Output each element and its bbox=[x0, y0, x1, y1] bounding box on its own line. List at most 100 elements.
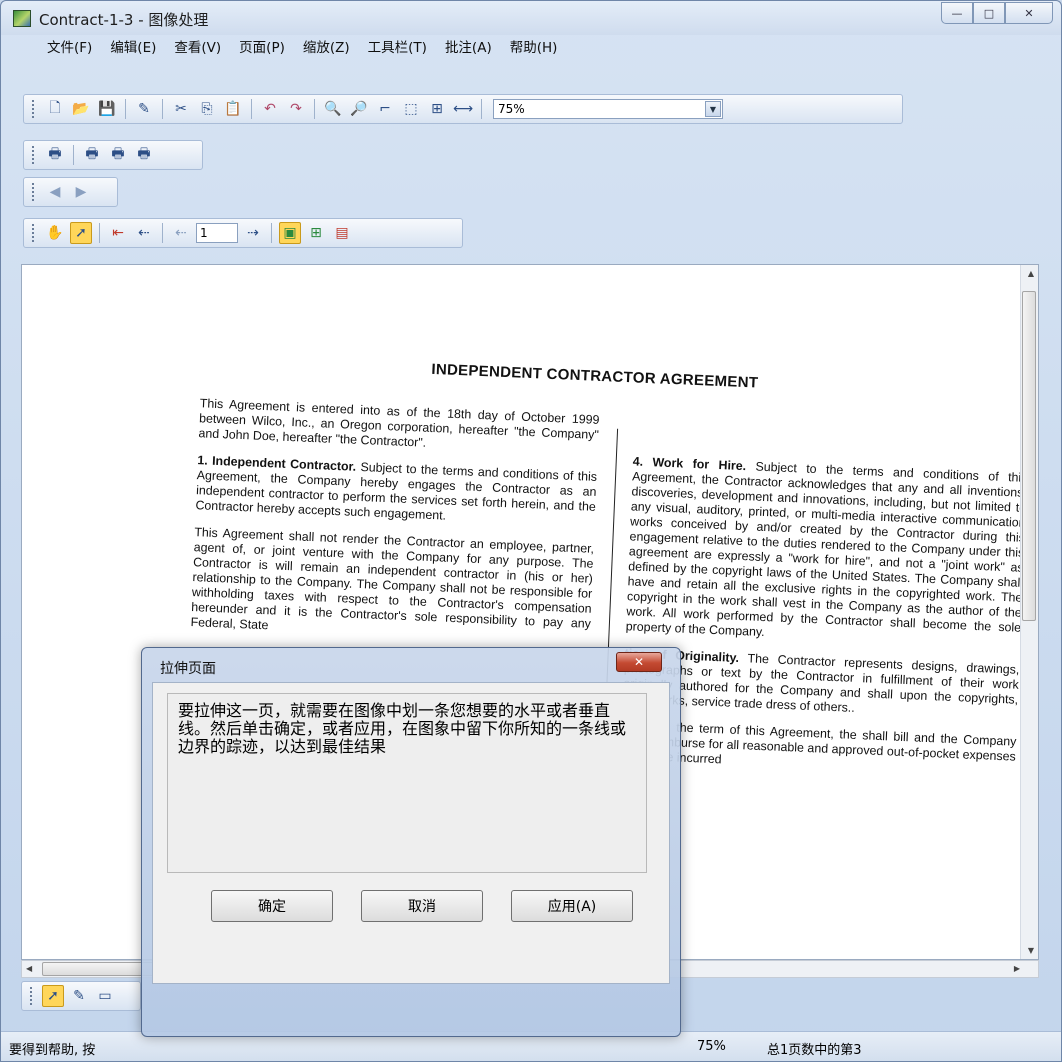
toolbar-separator bbox=[481, 99, 482, 119]
status-help-text: 要得到帮助, 按 bbox=[9, 1043, 96, 1058]
page-toolbar: ✋ ➚ ⇤ ⇠ ⇠ 1 ⇢ ▣ ⊞ ▤ bbox=[23, 218, 463, 248]
left-column: This Agreement is entered into as of the… bbox=[190, 396, 600, 659]
main-toolbar: 🗋 📂 💾 ✎ ✂ ⎘ 📋 ↶ ↷ 🔍 🔎 ⌐ ⬚ ⊞ ⟷ 75% ▼ bbox=[23, 94, 903, 124]
scroll-left-icon[interactable]: ◀ bbox=[26, 964, 32, 973]
ok-button[interactable]: 确定 bbox=[211, 890, 333, 922]
print-preview-icon[interactable]: 🖶 bbox=[44, 144, 66, 166]
copy-icon[interactable]: ⎘ bbox=[196, 98, 218, 120]
page-back-icon[interactable]: ⇠ bbox=[170, 222, 192, 244]
first-page-icon[interactable]: ⇤ bbox=[107, 222, 129, 244]
back-icon[interactable]: ◀ bbox=[44, 181, 66, 203]
print-setup-icon[interactable]: 🖶 bbox=[133, 144, 155, 166]
toolbar-separator bbox=[73, 145, 74, 165]
pencil-icon[interactable]: ✎ bbox=[68, 985, 90, 1007]
toolbar-separator bbox=[271, 223, 272, 243]
paragraph: ties of Originality. The Contractor repr… bbox=[622, 646, 1020, 722]
multi-page-view-icon[interactable]: ⊞ bbox=[305, 222, 327, 244]
zoom-out-icon[interactable]: 🔎 bbox=[348, 98, 370, 120]
vertical-scroll-thumb[interactable] bbox=[1022, 291, 1036, 621]
menu-zoom[interactable]: 缩放(Z) bbox=[294, 37, 359, 59]
print-page-icon[interactable]: 🖶 bbox=[107, 144, 129, 166]
forward-icon[interactable]: ▶ bbox=[70, 181, 92, 203]
toolbar-separator bbox=[314, 99, 315, 119]
menu-annotate[interactable]: 批注(A) bbox=[436, 37, 501, 59]
zoom-rectangle-icon[interactable]: ⌐ bbox=[374, 98, 396, 120]
minimize-button[interactable]: — bbox=[941, 2, 973, 24]
status-zoom: 75% bbox=[697, 1039, 726, 1054]
scroll-down-icon[interactable]: ▼ bbox=[1028, 946, 1034, 955]
dialog-message: 要拉伸这一页，就需要在图像中划一条您想要的水平或者垂直线。然后单击确定，或者应用… bbox=[167, 693, 647, 873]
toolbar-grip[interactable] bbox=[32, 146, 36, 164]
dialog-close-button[interactable]: ✕ bbox=[616, 652, 662, 672]
title-bar[interactable]: Contract-1-3 - 图像处理 — □ ✕ bbox=[1, 1, 1061, 35]
vertical-scrollbar[interactable]: ▲ ▼ bbox=[1020, 265, 1038, 959]
eraser-icon[interactable]: ✎ bbox=[133, 98, 155, 120]
paste-icon[interactable]: 📋 bbox=[222, 98, 244, 120]
menu-file[interactable]: 文件(F) bbox=[29, 37, 101, 59]
fit-page-icon[interactable]: ⊞ bbox=[426, 98, 448, 120]
zoom-dropdown-value: 75% bbox=[498, 102, 525, 116]
undo-icon[interactable]: ↶ bbox=[259, 98, 281, 120]
pointer-icon[interactable]: ➚ bbox=[70, 222, 92, 244]
navigation-toolbar: ◀ ▶ bbox=[23, 177, 118, 207]
app-icon bbox=[13, 10, 31, 27]
zoom-in-icon[interactable]: 🔍 bbox=[322, 98, 344, 120]
paragraph: This Agreement is entered into as of the… bbox=[198, 396, 600, 450]
toolbar-grip[interactable] bbox=[32, 224, 36, 242]
document-page: INDEPENDENT CONTRACTOR AGREEMENT This Ag… bbox=[172, 350, 1038, 766]
paragraph: This Agreement shall not render the Cont… bbox=[190, 525, 595, 633]
maximize-button[interactable]: □ bbox=[973, 2, 1005, 24]
status-page-info: 总1页数中的第3 bbox=[767, 1043, 862, 1058]
apply-button[interactable]: 应用(A) bbox=[511, 890, 633, 922]
menu-page[interactable]: 页面(P) bbox=[230, 37, 294, 59]
menu-edit[interactable]: 编辑(E) bbox=[101, 37, 165, 59]
toolbar-grip[interactable] bbox=[32, 183, 36, 201]
menu-help[interactable]: 帮助(H) bbox=[501, 37, 567, 59]
select-area-icon[interactable]: ⬚ bbox=[400, 98, 422, 120]
paragraph: 1. Independent Contractor. Subject to th… bbox=[195, 453, 597, 530]
print-icon[interactable]: 🖶 bbox=[81, 144, 103, 166]
window-title: Contract-1-3 - 图像处理 bbox=[39, 11, 209, 29]
menu-view[interactable]: 查看(V) bbox=[165, 37, 230, 59]
page-forward-icon[interactable]: ⇢ bbox=[242, 222, 264, 244]
page-number-input[interactable]: 1 bbox=[196, 223, 238, 243]
chevron-down-icon[interactable]: ▼ bbox=[705, 101, 721, 117]
dialog-body: 要拉伸这一页，就需要在图像中划一条您想要的水平或者垂直线。然后单击确定，或者应用… bbox=[152, 682, 670, 984]
redo-icon[interactable]: ↷ bbox=[285, 98, 307, 120]
toolbar-separator bbox=[125, 99, 126, 119]
annotation-toolbar: ➚ ✎ ▭ bbox=[21, 981, 141, 1011]
toolbar-separator bbox=[99, 223, 100, 243]
scroll-up-icon[interactable]: ▲ bbox=[1028, 269, 1034, 278]
select-annotation-icon[interactable]: ➚ bbox=[42, 985, 64, 1007]
toolbar-grip[interactable] bbox=[30, 987, 34, 1005]
stretch-page-dialog: 拉伸页面 ✕ 要拉伸这一页，就需要在图像中划一条您想要的水平或者垂直线。然后单击… bbox=[141, 647, 681, 1037]
cut-icon[interactable]: ✂ bbox=[170, 98, 192, 120]
cancel-button[interactable]: 取消 bbox=[361, 890, 483, 922]
menu-toolbars[interactable]: 工具栏(T) bbox=[359, 37, 436, 59]
toolbar-separator bbox=[162, 223, 163, 243]
save-icon[interactable]: 💾 bbox=[96, 98, 118, 120]
close-button[interactable]: ✕ bbox=[1005, 2, 1053, 24]
scroll-right-icon[interactable]: ▶ bbox=[1014, 964, 1020, 973]
document-title: INDEPENDENT CONTRACTOR AGREEMENT bbox=[431, 360, 759, 392]
thumbnail-view-icon[interactable]: ▤ bbox=[331, 222, 353, 244]
toolbar-separator bbox=[251, 99, 252, 119]
new-document-icon[interactable]: 🗋 bbox=[44, 98, 66, 120]
toolbar-grip[interactable] bbox=[32, 100, 36, 118]
previous-page-icon[interactable]: ⇠ bbox=[133, 222, 155, 244]
dialog-button-row: 确定 取消 应用(A) bbox=[153, 873, 669, 943]
paragraph-text: Subject to the terms and conditions of t… bbox=[625, 459, 1028, 640]
zoom-dropdown[interactable]: 75% ▼ bbox=[493, 99, 723, 119]
app-window: Contract-1-3 - 图像处理 — □ ✕ 文件(F) 编辑(E) 查看… bbox=[0, 0, 1062, 1062]
single-page-view-icon[interactable]: ▣ bbox=[279, 222, 301, 244]
window-controls: — □ ✕ bbox=[941, 2, 1053, 24]
note-icon[interactable]: ▭ bbox=[94, 985, 116, 1007]
fit-width-icon[interactable]: ⟷ bbox=[452, 98, 474, 120]
print-toolbar: 🖶 🖶 🖶 🖶 bbox=[23, 140, 203, 170]
toolbar-separator bbox=[162, 99, 163, 119]
menu-bar: 文件(F) 编辑(E) 查看(V) 页面(P) 缩放(Z) 工具栏(T) 批注(… bbox=[29, 37, 566, 59]
dialog-title: 拉伸页面 bbox=[160, 661, 216, 677]
hand-icon[interactable]: ✋ bbox=[44, 222, 66, 244]
open-folder-icon[interactable]: 📂 bbox=[70, 98, 92, 120]
paragraph: 4. Work for Hire. Subject to the terms a… bbox=[625, 454, 1028, 650]
